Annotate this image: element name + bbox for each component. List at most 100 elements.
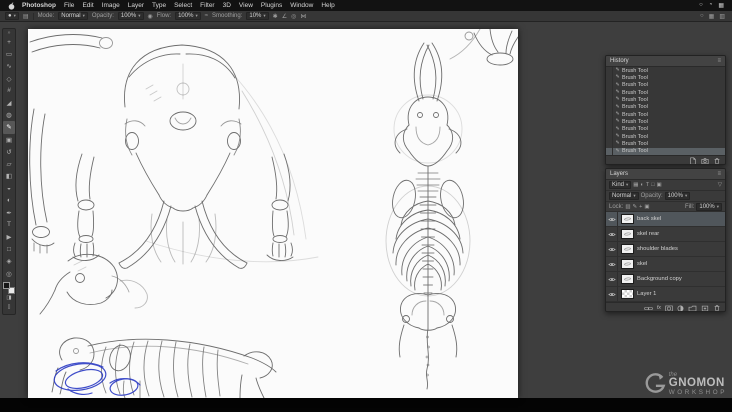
layer-name[interactable]: Layer 1 [637, 291, 656, 297]
history-entry[interactable]: ✎ Brush Tool [606, 88, 725, 97]
eraser-tool[interactable]: ▱ [3, 158, 15, 170]
menu-item[interactable]: Edit [78, 2, 97, 9]
history-source-toggle[interactable] [606, 132, 613, 141]
foreground-color-swatch[interactable] [3, 281, 10, 289]
menu-item[interactable]: Help [317, 2, 338, 9]
menu-item[interactable]: Plugins [257, 2, 286, 9]
shape-tool[interactable]: □ [3, 243, 15, 255]
screen-mode-button[interactable]: ▯ [3, 303, 15, 312]
new-layer-icon[interactable] [701, 305, 709, 312]
layer-visibility-toggle[interactable] [606, 242, 618, 256]
history-source-toggle[interactable] [606, 118, 613, 126]
layer-thumbnail[interactable] [621, 289, 634, 299]
layer-row[interactable]: skel rear [606, 227, 725, 242]
mode-dropdown[interactable]: Normal ▾ [58, 12, 88, 20]
menu-item[interactable]: 3D [219, 2, 235, 9]
dodge-tool[interactable]: ◐ [3, 194, 15, 206]
layer-thumbnail[interactable] [621, 229, 634, 239]
symmetry-icon[interactable]: ⋈ [300, 13, 306, 20]
search-icon[interactable]: ○ [699, 2, 703, 9]
history-source-toggle[interactable] [606, 125, 613, 133]
history-brush-tool[interactable]: ↺ [3, 146, 15, 158]
layer-thumbnail[interactable] [621, 244, 634, 254]
layer-name[interactable]: skel rear [637, 231, 659, 237]
layer-visibility-toggle[interactable] [606, 272, 618, 286]
filter-toggle-icon[interactable]: ▽ [718, 182, 722, 188]
arrange-grid-icon[interactable]: ▦ [709, 13, 715, 20]
layer-visibility-toggle[interactable] [606, 287, 618, 301]
zoom-search-icon[interactable]: ○ [700, 13, 704, 20]
history-entry[interactable]: ✎ Brush Tool [606, 132, 725, 141]
history-entry[interactable]: ✎ Brush Tool [606, 103, 725, 111]
layer-row[interactable]: Background copy [606, 272, 725, 287]
flow-dropdown[interactable]: 100% ▾ [175, 12, 201, 20]
layer-visibility-toggle[interactable] [606, 227, 618, 241]
menu-item[interactable]: View [235, 2, 257, 9]
menu-item[interactable]: Image [98, 2, 124, 9]
history-source-toggle[interactable] [606, 110, 613, 119]
quick-mask-button[interactable]: ◨ [3, 294, 15, 303]
marquee-tool[interactable]: ▭ [3, 48, 15, 60]
airbrush-icon[interactable]: ≈ [205, 13, 208, 19]
tool-preset-picker[interactable]: ● ▾ [5, 12, 19, 20]
layer-name[interactable]: Background copy [637, 276, 682, 282]
delete-state-trash-icon[interactable] [713, 157, 721, 165]
history-source-toggle[interactable] [606, 140, 613, 148]
brush-settings-panel-icon[interactable]: ▤ [23, 13, 29, 20]
filter-shape-layers-icon[interactable]: □ [651, 182, 654, 188]
link-layers-icon[interactable] [643, 305, 653, 312]
blur-tool[interactable]: ◒ [3, 182, 15, 194]
menu-item[interactable]: File [60, 2, 78, 9]
history-source-toggle[interactable] [606, 96, 613, 104]
layer-row[interactable]: Layer 1 [606, 287, 725, 302]
smoothing-dropdown[interactable]: 10% ▾ [246, 12, 269, 20]
history-source-toggle[interactable] [606, 103, 613, 111]
new-document-from-state-icon[interactable] [689, 156, 697, 164]
brush-tool[interactable]: ✎ [3, 121, 15, 134]
panel-menu-icon[interactable]: ≡ [717, 171, 721, 177]
lock-all-icon[interactable]: ▣ [644, 204, 649, 210]
pen-tool[interactable]: ✒ [3, 207, 15, 219]
layer-thumbnail[interactable] [621, 259, 634, 269]
layer-mask-icon[interactable] [665, 305, 673, 312]
workspace-switcher-icon[interactable]: ▥ [719, 13, 725, 20]
path-selection-tool[interactable]: ▶ [3, 231, 15, 243]
filter-adjustment-layers-icon[interactable]: ◐ [640, 182, 643, 188]
gradient-tool[interactable]: ◧ [3, 170, 15, 182]
move-tool[interactable]: + [3, 36, 15, 48]
history-entry[interactable]: ✎ Brush Tool [606, 67, 725, 75]
history-source-toggle[interactable] [606, 147, 613, 155]
eyedropper-tool[interactable]: ◢ [3, 97, 15, 109]
history-entry[interactable]: ✎ Brush Tool [606, 96, 725, 104]
canvas-document[interactable] [28, 28, 519, 399]
apple-logo-icon[interactable] [8, 2, 15, 10]
layer-thumbnail[interactable] [621, 214, 634, 224]
layer-style-fx-icon[interactable]: fx [657, 305, 661, 311]
zoom-tool[interactable]: ◎ [3, 268, 15, 280]
layer-row[interactable]: shoulder blades [606, 242, 725, 257]
history-entry[interactable]: ✎ Brush Tool [606, 74, 725, 82]
lock-position-icon[interactable]: + [639, 204, 642, 210]
adjustment-layer-icon[interactable] [677, 305, 684, 312]
filter-pixel-layers-icon[interactable]: ▦ [633, 182, 638, 188]
history-source-toggle[interactable] [606, 74, 613, 82]
panel-menu-icon[interactable]: ≡ [717, 58, 721, 64]
layers-opacity-dropdown[interactable]: 100% ▾ [664, 192, 691, 200]
layer-filter-dropdown[interactable]: Kind ▾ [609, 181, 632, 189]
menu-item[interactable]: Layer [124, 2, 148, 9]
history-source-toggle[interactable] [606, 67, 613, 75]
opacity-dropdown[interactable]: 100% ▾ [117, 12, 144, 20]
history-entry[interactable]: ✎ Brush Tool [606, 81, 725, 89]
menu-item[interactable]: Window [286, 2, 317, 9]
layer-visibility-toggle[interactable] [606, 257, 618, 271]
history-entry[interactable]: ✎ Brush Tool [606, 118, 725, 126]
fill-dropdown[interactable]: 100% ▾ [696, 202, 722, 211]
type-tool[interactable]: T [3, 219, 15, 231]
filter-smart-objects-icon[interactable]: ▣ [657, 182, 662, 188]
blend-mode-dropdown[interactable]: Normal ▾ [609, 192, 639, 200]
history-source-toggle[interactable] [606, 81, 613, 89]
smoothing-options-icon[interactable]: ✱ [273, 13, 278, 20]
history-entry[interactable]: ✎ Brush Tool [606, 147, 725, 155]
history-entry[interactable]: ✎ Brush Tool [606, 110, 725, 119]
layer-row[interactable]: skel [606, 257, 725, 272]
